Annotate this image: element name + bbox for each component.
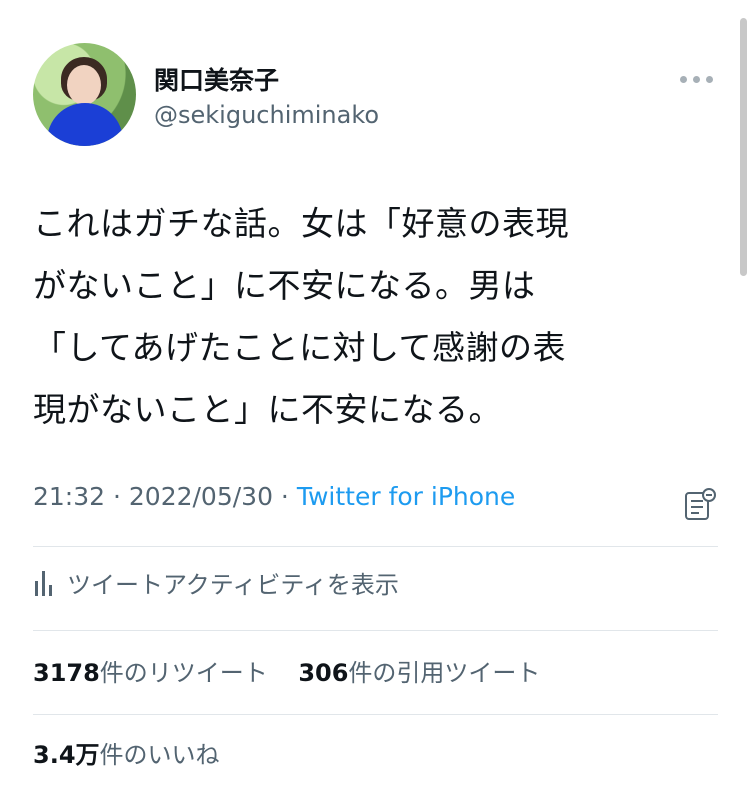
tweet-date: 2022/05/30 (128, 482, 273, 511)
analytics-icon[interactable] (683, 488, 717, 522)
avatar-face (67, 65, 101, 105)
tweet-line: 現がないこと」に不安になる。 (33, 390, 502, 429)
retweets-link[interactable]: 3178件のリツイート (33, 659, 268, 687)
tweet-meta: 21:32 · 2022/05/30 · Twitter for iPhone (33, 482, 515, 511)
quotes-label: 件の引用ツイート (348, 659, 541, 687)
bar-chart-icon (35, 570, 52, 596)
tweet-text: これはガチな話。女は「好意の表現 がないこと」に不安になる。男は 「してあげたこ… (33, 193, 713, 441)
meta-separator: · (105, 482, 129, 511)
activity-label: ツイートアクティビティを表示 (67, 571, 399, 599)
tweet-header: 関口美奈子 @sekiguchiminako (33, 43, 713, 153)
more-dot (693, 75, 700, 83)
likes-link[interactable]: 3.4万件のいいね (33, 735, 220, 770)
user-handle[interactable]: @sekiguchiminako (154, 101, 379, 129)
avatar-body (47, 103, 123, 146)
likes-count: 3.4万 (33, 741, 100, 769)
tweet-line: がないこと」に不安になる。男は (33, 266, 536, 305)
tweet-activity-link[interactable]: ツイートアクティビティを表示 (33, 565, 399, 600)
avatar[interactable] (33, 43, 136, 146)
tweet-source-link[interactable]: Twitter for iPhone (297, 482, 515, 511)
tweet-line: これはガチな話。女は「好意の表現 (33, 204, 569, 243)
quotes-link[interactable]: 306件の引用ツイート (298, 659, 540, 687)
likes-label: 件のいいね (99, 741, 220, 769)
meta-separator: · (272, 482, 297, 511)
quotes-count: 306 (298, 659, 349, 687)
retweets-label: 件のリツイート (99, 659, 268, 687)
tweet-line: 「してあげたことに対して感謝の表 (33, 328, 567, 367)
more-dot (706, 75, 713, 83)
display-name[interactable]: 関口美奈子 (154, 61, 279, 97)
divider (33, 630, 718, 631)
divider (33, 546, 718, 547)
retweets-count: 3178 (33, 659, 100, 687)
scrollbar[interactable] (740, 18, 747, 276)
divider (33, 714, 718, 715)
tweet-time: 21:32 (33, 482, 106, 511)
engagement-stats: 3178件のリツイート 306件の引用ツイート (33, 653, 540, 688)
more-icon[interactable] (677, 70, 713, 88)
more-dot (680, 75, 687, 83)
